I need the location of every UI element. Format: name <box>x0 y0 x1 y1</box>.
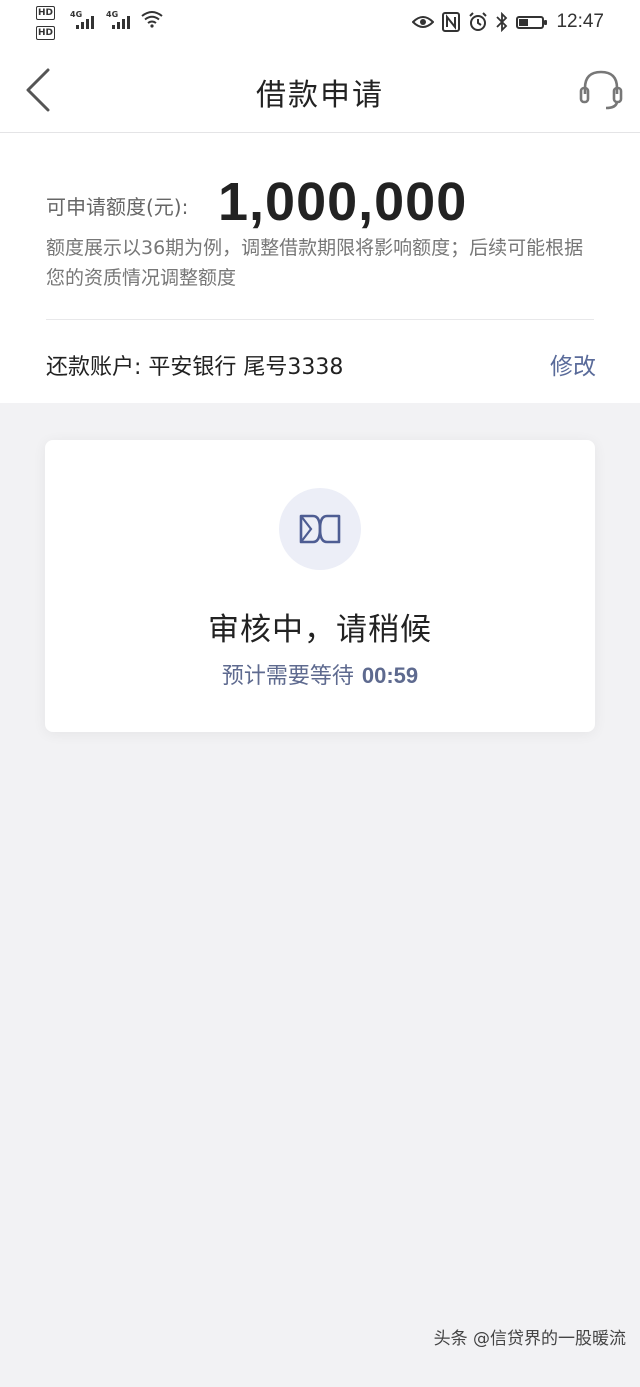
status-bar: HD HD 4G 4G 12:47 <box>0 0 640 48</box>
wifi-icon <box>141 11 163 28</box>
hd-indicator-1: HD <box>36 6 56 20</box>
alarm-icon <box>469 12 488 31</box>
eye-icon <box>412 16 435 28</box>
credit-limit-card: 可申请额度(元): 1,000,000 额度展示以36期为例，调整借款期限将影响… <box>0 133 640 403</box>
limit-value: 1,000,000 <box>218 172 468 232</box>
review-status-title: 审核中，请稍候 <box>208 612 432 648</box>
bluetooth-icon <box>496 12 508 32</box>
watermark: 头条 @信贷界的一股暖流 <box>433 1329 626 1349</box>
wait-estimate: 预计需要等待 00:59 <box>45 658 595 690</box>
status-time: 12:47 <box>556 11 604 32</box>
battery-icon <box>516 15 548 29</box>
customer-service-button[interactable] <box>578 68 624 112</box>
repayment-account: 还款账户: 平安银行 尾号3338 <box>46 355 344 380</box>
review-status-card: 审核中，请稍候 预计需要等待 00:59 <box>45 440 595 732</box>
wait-label: 预计需要等待 <box>221 664 354 689</box>
nav-bar: 借款申请 <box>0 48 640 133</box>
hd-indicator-2: HD <box>36 26 56 40</box>
limit-note: 额度展示以36期为例，调整借款期限将影响额度；后续可能根据您的资质情况调整额度 <box>46 237 584 289</box>
status-icons: 12:47 <box>412 10 604 34</box>
limit-label: 可申请额度(元): <box>46 195 189 219</box>
loan-application-page: HD HD 4G 4G 12:47 借款申请 可申请额度(元): 1,000,0… <box>0 0 640 1387</box>
page-title: 借款申请 <box>256 78 384 113</box>
headset-icon <box>579 70 623 110</box>
brand-logo <box>279 488 361 570</box>
countdown-timer: 00:59 <box>361 663 419 688</box>
divider <box>46 319 594 320</box>
modify-account-button[interactable]: 修改 <box>550 347 596 381</box>
nfc-icon <box>442 12 461 32</box>
brand-logo-icon <box>299 514 341 544</box>
